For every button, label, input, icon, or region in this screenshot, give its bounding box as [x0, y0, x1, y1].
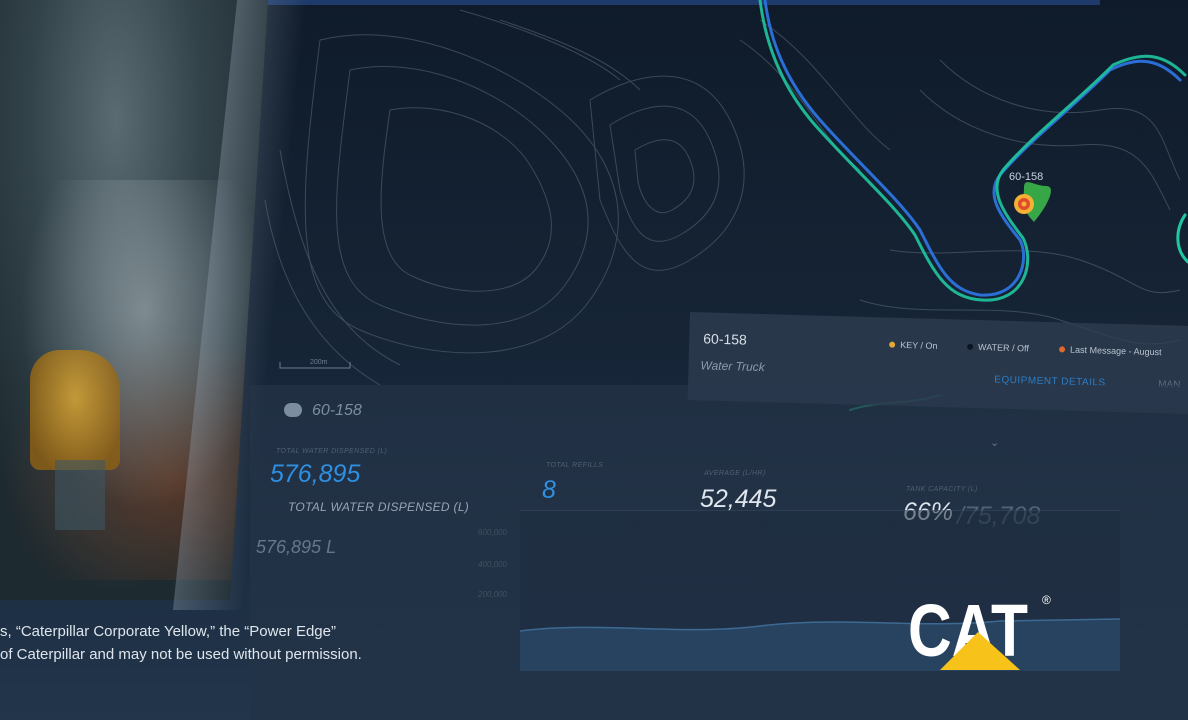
total-water-caption: TOTAL WATER DISPENSED (L) [288, 500, 470, 514]
hero-banner: 60-158 200m 60-158 Water Truck KEY / On … [0, 0, 1188, 720]
legal-notice: s, “Caterpillar Corporate Yellow,” the “… [0, 620, 362, 666]
truck-icon [284, 403, 302, 417]
key-status-label: KEY / On [900, 339, 938, 351]
average-label: AVERAGE (L/HR) [704, 470, 766, 477]
refills-value: 8 [542, 476, 556, 504]
map-scale-label: 200m [310, 359, 328, 366]
chevron-down-icon[interactable]: ⌄ [990, 436, 999, 449]
water-status-dot [967, 343, 974, 350]
water-status-label: WATER / Off [977, 342, 1030, 354]
legal-line-1: s, “Caterpillar Corporate Yellow,” the “… [0, 623, 336, 640]
map-scale: 200m [279, 359, 351, 369]
axis-tick-1: 600,000 [478, 528, 507, 537]
total-water-label: TOTAL WATER DISPENSED (L) [276, 448, 388, 455]
dashboard-title: 60-158 [312, 402, 362, 419]
worker-legs [55, 460, 105, 530]
equipment-id: 60-158 [703, 330, 748, 348]
total-water-value: 576,895 [270, 460, 361, 488]
vehicle-map-label: 60-158 [1009, 171, 1043, 183]
message-status-dot [1059, 346, 1066, 353]
total-water-liters: 576,895 L [256, 537, 337, 557]
status-water: WATER / Off [967, 342, 1030, 354]
tank-label: TANK CAPACITY (L) [906, 486, 978, 493]
axis-tick-3: 200,000 [478, 590, 507, 599]
cat-logo[interactable]: CAT ® [908, 590, 1058, 675]
worker-figure [30, 350, 120, 470]
status-last-message: Last Message - August [1059, 344, 1162, 357]
last-message-label: Last Message - August [1069, 344, 1162, 358]
refills-label: TOTAL REFILLS [546, 462, 604, 469]
legal-line-2: of Caterpillar and may not be used witho… [0, 646, 362, 663]
key-status-dot [889, 341, 896, 348]
axis-tick-2: 400,000 [478, 560, 507, 569]
equipment-type: Water Truck [700, 358, 765, 375]
status-key: KEY / On [889, 340, 938, 351]
registered-mark: ® [1042, 593, 1051, 607]
vehicle-marker[interactable] [1014, 182, 1051, 222]
